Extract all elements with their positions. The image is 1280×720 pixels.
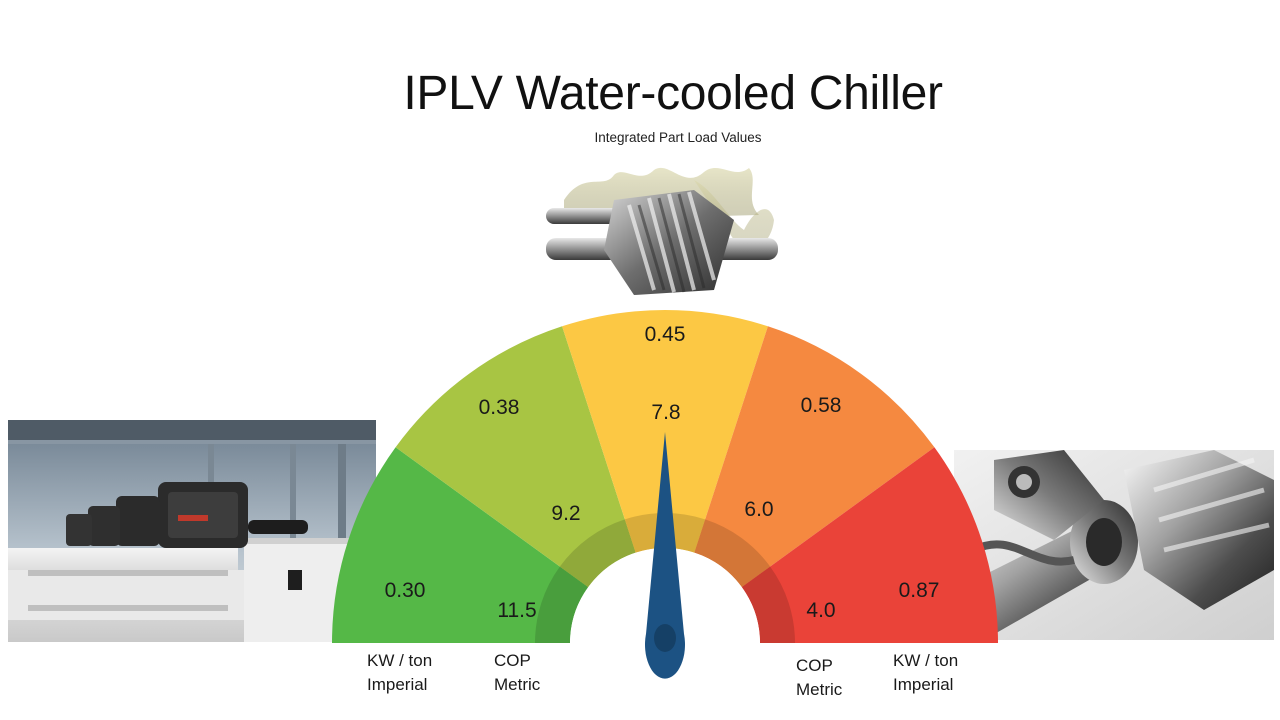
legend-line: KW / ton — [367, 651, 433, 670]
cop-value-5: 4.0 — [806, 599, 836, 622]
kw-ton-value-4: 0.58 — [800, 394, 842, 417]
legend-kw-ton-imperial-left: KW / ton Imperial — [367, 649, 432, 697]
legend-line: KW / ton — [893, 651, 959, 670]
legend-line: Metric — [796, 680, 843, 699]
slide: IPLV Water-cooled Chiller Integrated Par… — [0, 0, 1280, 720]
kw-ton-value-1: 0.30 — [384, 579, 426, 602]
legend-line: COP — [796, 656, 833, 675]
kw-ton-value-3: 0.45 — [644, 323, 686, 346]
cop-value-1: 11.5 — [497, 599, 537, 622]
kw-ton-value-5: 0.87 — [898, 579, 940, 602]
legend-cop-metric-left: COP Metric — [494, 649, 540, 697]
cop-value-3: 7.8 — [651, 401, 681, 424]
kw-ton-value-2: 0.38 — [478, 396, 520, 419]
legend-kw-ton-imperial-right: KW / ton Imperial — [893, 649, 958, 697]
legend-line: Imperial — [893, 675, 954, 694]
cop-value-4: 6.0 — [744, 498, 774, 521]
cop-value-2: 9.2 — [551, 502, 581, 525]
legend-line: COP — [494, 651, 531, 670]
legend-line: Metric — [494, 675, 541, 694]
iplv-gauge — [332, 310, 998, 720]
legend-line: Imperial — [367, 675, 428, 694]
legend-cop-metric-right: COP Metric — [796, 654, 842, 702]
